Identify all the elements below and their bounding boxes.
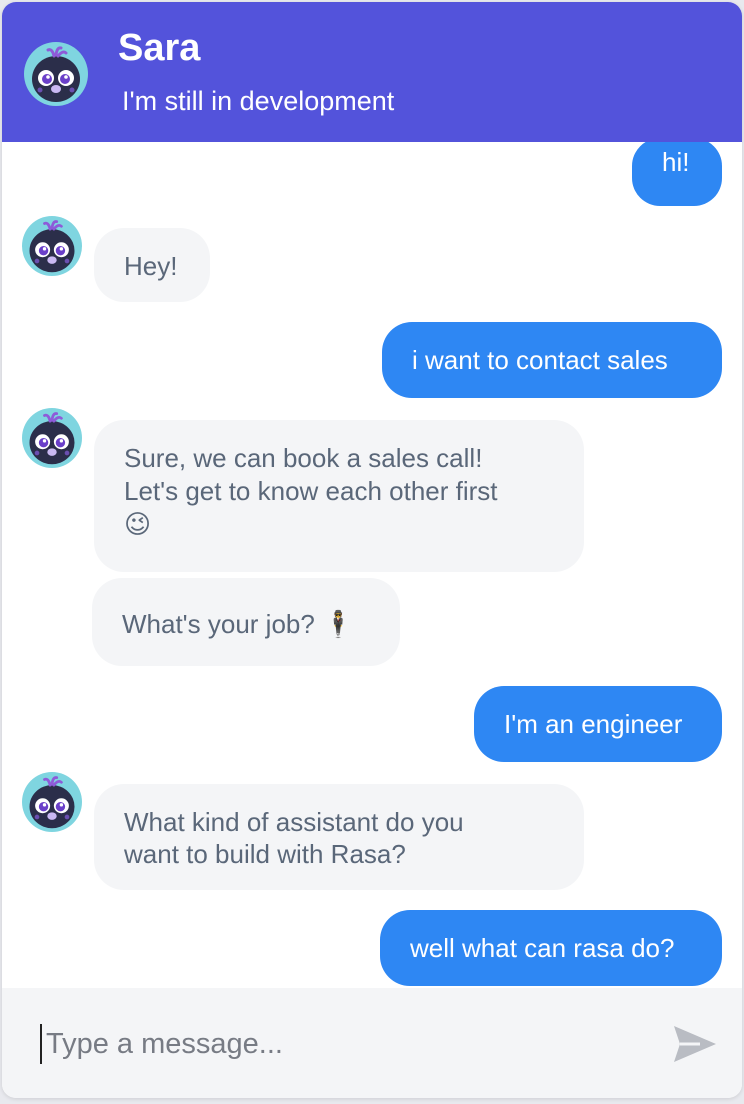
bot-avatar-icon bbox=[22, 216, 82, 276]
bot-message: Sure, we can book a sales call! Let's ge… bbox=[94, 420, 584, 572]
bot-avatar-icon bbox=[22, 408, 82, 468]
chat-title: Sara bbox=[118, 27, 201, 69]
bot-message: What kind of assistant do you want to bu… bbox=[94, 784, 584, 890]
send-icon[interactable] bbox=[670, 1022, 720, 1066]
message-input[interactable] bbox=[40, 1024, 646, 1064]
message-composer bbox=[2, 988, 742, 1098]
user-message: hi! bbox=[632, 142, 722, 206]
user-message: i want to contact sales bbox=[382, 322, 722, 398]
bot-avatar-icon bbox=[24, 42, 88, 106]
chat-header: Sara I'm still in development bbox=[2, 2, 742, 142]
user-message: I'm an engineer bbox=[474, 686, 722, 762]
chat-subtitle: I'm still in development bbox=[122, 86, 395, 116]
message-list[interactable]: hi! Hey! i want to contact sales Sure, w… bbox=[2, 142, 742, 988]
user-message: well what can rasa do? bbox=[380, 910, 722, 986]
bot-message: What's your job? 🕴 bbox=[92, 578, 400, 666]
bot-avatar-icon bbox=[22, 772, 82, 832]
bot-message: Hey! bbox=[94, 228, 210, 302]
chat-widget: Sara I'm still in development hi! Hey! i… bbox=[2, 2, 742, 1098]
